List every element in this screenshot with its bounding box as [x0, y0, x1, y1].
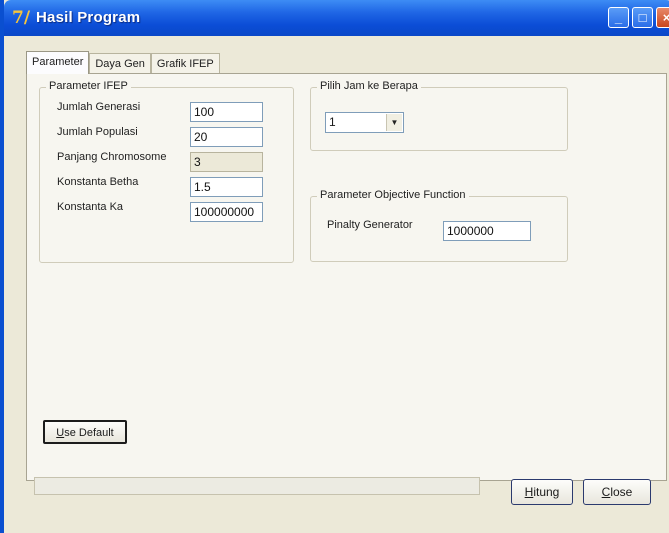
mnemonic: U: [56, 427, 65, 439]
tab-parameter[interactable]: Parameter: [26, 51, 90, 74]
close-window-button[interactable]: ×: [656, 7, 669, 28]
tab-strip: Parameter Daya Gen Grafik IFEP: [26, 51, 220, 74]
group-title: Pilih Jam ke Berapa: [317, 80, 421, 92]
panjang-chromosome-input: 3: [190, 152, 263, 172]
close-icon: ×: [657, 8, 669, 27]
button-label: se Default: [64, 427, 114, 439]
minimize-button[interactable]: _: [608, 7, 629, 28]
mnemonic: H: [524, 485, 534, 499]
minimize-icon: _: [614, 10, 623, 25]
group-title: Parameter IFEP: [46, 80, 131, 92]
app-window: 7/ Hasil Program _ □ × Parameter Daya Ge…: [0, 0, 669, 533]
button-label: lose: [610, 485, 633, 499]
tab-daya-gen[interactable]: Daya Gen: [89, 53, 151, 74]
objective-function-group: Parameter Objective Function Pinalty Gen…: [310, 189, 568, 262]
panjang-chromosome-label: Panjang Chromosome: [57, 151, 167, 163]
pilih-jam-group: Pilih Jam ke Berapa 1 ▼: [310, 80, 568, 151]
jumlah-populasi-label: Jumlah Populasi: [57, 126, 138, 138]
group-title: Parameter Objective Function: [317, 189, 469, 201]
tab-grafik-ifep[interactable]: Grafik IFEP: [150, 53, 220, 74]
jumlah-generasi-input[interactable]: 100: [190, 102, 263, 122]
parameter-ifep-group: Parameter IFEP Jumlah Generasi 100 Jumla…: [39, 80, 294, 263]
maximize-icon: □: [638, 10, 647, 25]
parameter-panel: Parameter IFEP Jumlah Generasi 100 Jumla…: [26, 73, 667, 481]
jumlah-populasi-input[interactable]: 20: [190, 127, 263, 147]
konstanta-betha-input[interactable]: 1.5: [190, 177, 263, 197]
konstanta-betha-label: Konstanta Betha: [57, 176, 139, 188]
close-button[interactable]: Close: [583, 479, 651, 505]
konstanta-ka-input[interactable]: 100000000: [190, 202, 263, 222]
hitung-button[interactable]: Hitung: [511, 479, 573, 505]
chevron-down-icon[interactable]: ▼: [386, 114, 402, 131]
app-icon: 7/: [12, 8, 31, 28]
konstanta-ka-label: Konstanta Ka: [57, 201, 124, 213]
maximize-button[interactable]: □: [632, 7, 653, 28]
pinalty-generator-input[interactable]: 1000000: [443, 221, 531, 241]
jumlah-generasi-label: Jumlah Generasi: [57, 101, 141, 113]
jam-select[interactable]: 1 ▼: [325, 112, 404, 133]
pinalty-generator-label: Pinalty Generator: [327, 219, 413, 231]
title-bar[interactable]: 7/ Hasil Program _ □ ×: [4, 0, 669, 36]
progress-bar: [34, 477, 480, 495]
client-area: Parameter Daya Gen Grafik IFEP Parameter…: [4, 36, 669, 533]
jam-selected-value: 1: [329, 115, 336, 129]
button-label: itung: [533, 485, 560, 499]
use-default-button[interactable]: Use Default: [43, 420, 127, 444]
window-title: Hasil Program: [36, 9, 141, 26]
